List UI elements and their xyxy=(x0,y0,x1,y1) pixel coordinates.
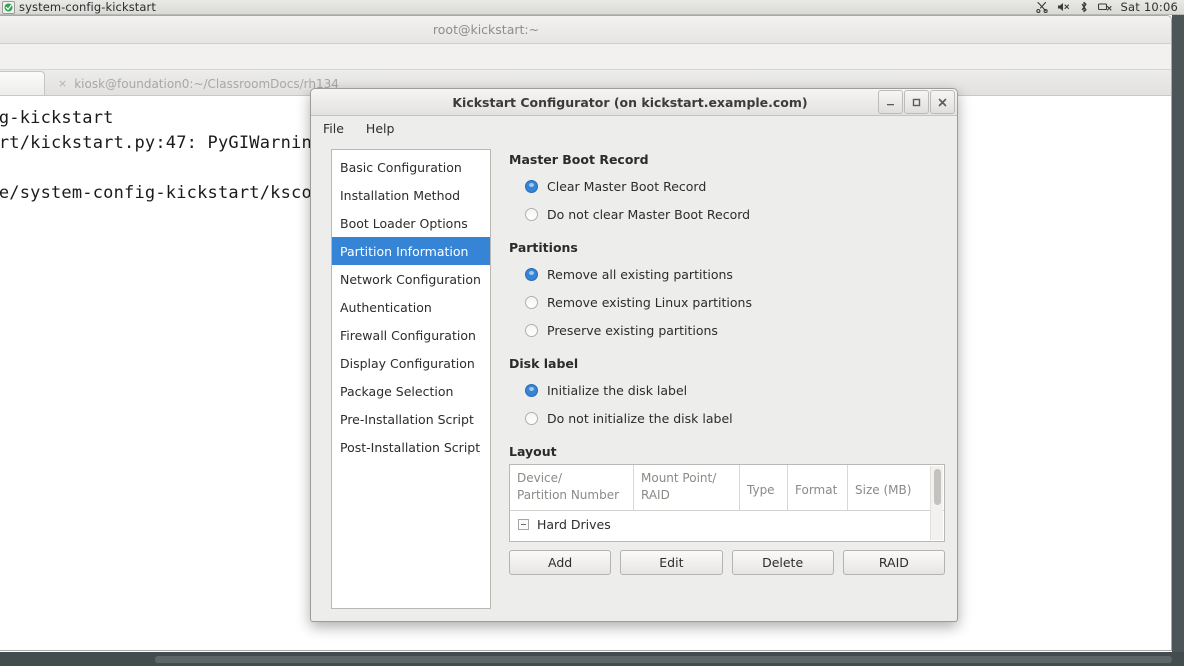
collapse-icon[interactable] xyxy=(518,518,529,530)
sidebar-item-display-configuration[interactable]: Display Configuration xyxy=(332,349,490,377)
close-icon[interactable] xyxy=(930,90,955,114)
radio-icon[interactable] xyxy=(525,179,538,193)
group-title-partitions: Partitions xyxy=(509,240,578,255)
menu-help[interactable]: Help xyxy=(366,121,395,136)
group-partitions: Partitions Remove all existing partition… xyxy=(509,240,945,344)
layout-table-body: Hard Drives xyxy=(510,511,944,541)
radio-clear-master-boot-record[interactable]: Clear Master Boot Record xyxy=(509,172,945,200)
group-disk-label: Disk label Initialize the disk label Do … xyxy=(509,356,945,432)
terminal-title: root@kickstart:~ xyxy=(432,22,540,37)
terminal-icon xyxy=(2,0,15,14)
top-desktop-panel[interactable]: system-config-kickstart Sat 10:06 xyxy=(0,0,1184,15)
panel-task-title[interactable]: system-config-kickstart xyxy=(19,0,156,14)
radio-icon[interactable] xyxy=(525,267,538,281)
dialog-title: Kickstart Configurator (on kickstart.exa… xyxy=(452,94,808,110)
network-disconnected-icon[interactable] xyxy=(1097,1,1112,13)
kickstart-configurator-window[interactable]: Kickstart Configurator (on kickstart.exa… xyxy=(310,88,958,622)
table-row[interactable]: Hard Drives xyxy=(510,511,944,537)
clock[interactable]: Sat 10:06 xyxy=(1121,0,1178,14)
desktop-screen: root@kickstart:~ Terminal Tabs Help × × … xyxy=(0,0,1184,666)
add-button[interactable]: Add xyxy=(509,550,612,575)
sidebar-item-installation-method[interactable]: Installation Method xyxy=(332,181,490,209)
sidebar-item-package-selection[interactable]: Package Selection xyxy=(332,377,490,405)
sidebar-item-post-installation-script[interactable]: Post-Installation Script xyxy=(332,433,490,461)
menu-file[interactable]: File xyxy=(323,121,344,136)
layout-scrollbar-thumb[interactable] xyxy=(934,469,941,505)
maximize-icon[interactable] xyxy=(904,90,929,114)
terminal-tab-inactive[interactable]: × kiosk@foundation0:~/ClassroomDocs/rh13… xyxy=(45,71,352,95)
radio-initialize-the-disk-label[interactable]: Initialize the disk label xyxy=(509,376,945,404)
radio-label: Remove existing Linux partitions xyxy=(547,294,752,310)
layout-table-header: Device/ Partition Number Mount Point/ RA… xyxy=(510,465,944,511)
terminal-tab-active[interactable]: × xyxy=(0,71,45,95)
radio-icon[interactable] xyxy=(525,295,538,309)
volume-muted-icon[interactable] xyxy=(1057,1,1070,13)
column-header-device-partition-number[interactable]: Device/ Partition Number xyxy=(510,465,634,510)
radio-label: Remove all existing partitions xyxy=(547,266,733,282)
column-header-format[interactable]: Format xyxy=(788,465,848,510)
radio-label: Do not clear Master Boot Record xyxy=(547,206,751,222)
bluetooth-icon[interactable] xyxy=(1079,1,1089,13)
dialog-menubar: File Help xyxy=(311,116,957,141)
edit-button[interactable]: Edit xyxy=(620,550,723,575)
sidebar-item-basic-configuration[interactable]: Basic Configuration xyxy=(332,153,490,181)
terminal-titlebar: root@kickstart:~ xyxy=(0,16,1171,44)
sidebar-item-boot-loader-options[interactable]: Boot Loader Options xyxy=(332,209,490,237)
terminal-tab-label: kiosk@foundation0:~/ClassroomDocs/rh134 xyxy=(74,76,339,91)
dialog-content: Basic Configuration Installation Method … xyxy=(311,141,957,621)
desktop-right-edge xyxy=(1172,0,1184,666)
minimize-icon[interactable] xyxy=(878,90,903,114)
radio-label: Do not initialize the disk label xyxy=(547,410,733,426)
sidebar-item-firewall-configuration[interactable]: Firewall Configuration xyxy=(332,321,490,349)
dialog-titlebar[interactable]: Kickstart Configurator (on kickstart.exa… xyxy=(311,89,957,116)
layout-table[interactable]: Device/ Partition Number Mount Point/ RA… xyxy=(509,464,945,542)
delete-button[interactable]: Delete xyxy=(731,550,834,575)
radio-remove-all-existing-partitions[interactable]: Remove all existing partitions xyxy=(509,260,945,288)
radio-label: Clear Master Boot Record xyxy=(547,178,707,194)
radio-icon[interactable] xyxy=(525,411,538,425)
partition-information-pane: Master Boot Record Clear Master Boot Rec… xyxy=(509,149,945,609)
group-layout: Layout Device/ Partition Number Mount Po… xyxy=(509,444,945,575)
layout-scrollbar[interactable] xyxy=(930,466,943,540)
radio-do-not-clear-master-boot-record[interactable]: Do not clear Master Boot Record xyxy=(509,200,945,228)
raid-button[interactable]: RAID xyxy=(842,550,945,575)
desktop-bottom-scrollbar[interactable] xyxy=(155,656,1172,663)
panel-task-entry[interactable]: system-config-kickstart xyxy=(0,0,156,14)
sidebar-item-pre-installation-script[interactable]: Pre-Installation Script xyxy=(332,405,490,433)
radio-label: Initialize the disk label xyxy=(547,382,688,398)
group-title-layout: Layout xyxy=(509,444,557,459)
radio-remove-existing-linux-partitions[interactable]: Remove existing Linux partitions xyxy=(509,288,945,316)
layout-action-buttons: Add Edit Delete RAID xyxy=(509,550,945,575)
scissors-icon[interactable] xyxy=(1035,1,1048,13)
group-master-boot-record: Master Boot Record Clear Master Boot Rec… xyxy=(509,152,945,228)
sidebar-item-network-configuration[interactable]: Network Configuration xyxy=(332,265,490,293)
system-tray: Sat 10:06 xyxy=(1035,0,1184,14)
group-title-disk-label: Disk label xyxy=(509,356,579,371)
radio-preserve-existing-partitions[interactable]: Preserve existing partitions xyxy=(509,316,945,344)
sidebar-item-authentication[interactable]: Authentication xyxy=(332,293,490,321)
radio-icon[interactable] xyxy=(525,383,538,397)
radio-do-not-initialize-the-disk-label[interactable]: Do not initialize the disk label xyxy=(509,404,945,432)
column-header-mount-point-raid[interactable]: Mount Point/ RAID xyxy=(634,465,740,510)
terminal-menubar: Terminal Tabs Help xyxy=(0,44,1171,70)
radio-icon[interactable] xyxy=(525,323,538,337)
radio-label: Preserve existing partitions xyxy=(547,322,718,338)
radio-icon[interactable] xyxy=(525,207,538,221)
window-controls xyxy=(877,89,957,115)
sidebar-item-partition-information[interactable]: Partition Information xyxy=(332,237,490,265)
dialog-sidebar[interactable]: Basic Configuration Installation Method … xyxy=(331,149,491,609)
desktop-bottom-bar xyxy=(0,652,1184,666)
column-header-type[interactable]: Type xyxy=(740,465,788,510)
table-row-label: Hard Drives xyxy=(537,516,611,532)
close-icon[interactable]: × xyxy=(58,78,67,89)
group-title-master-boot-record: Master Boot Record xyxy=(509,152,649,167)
